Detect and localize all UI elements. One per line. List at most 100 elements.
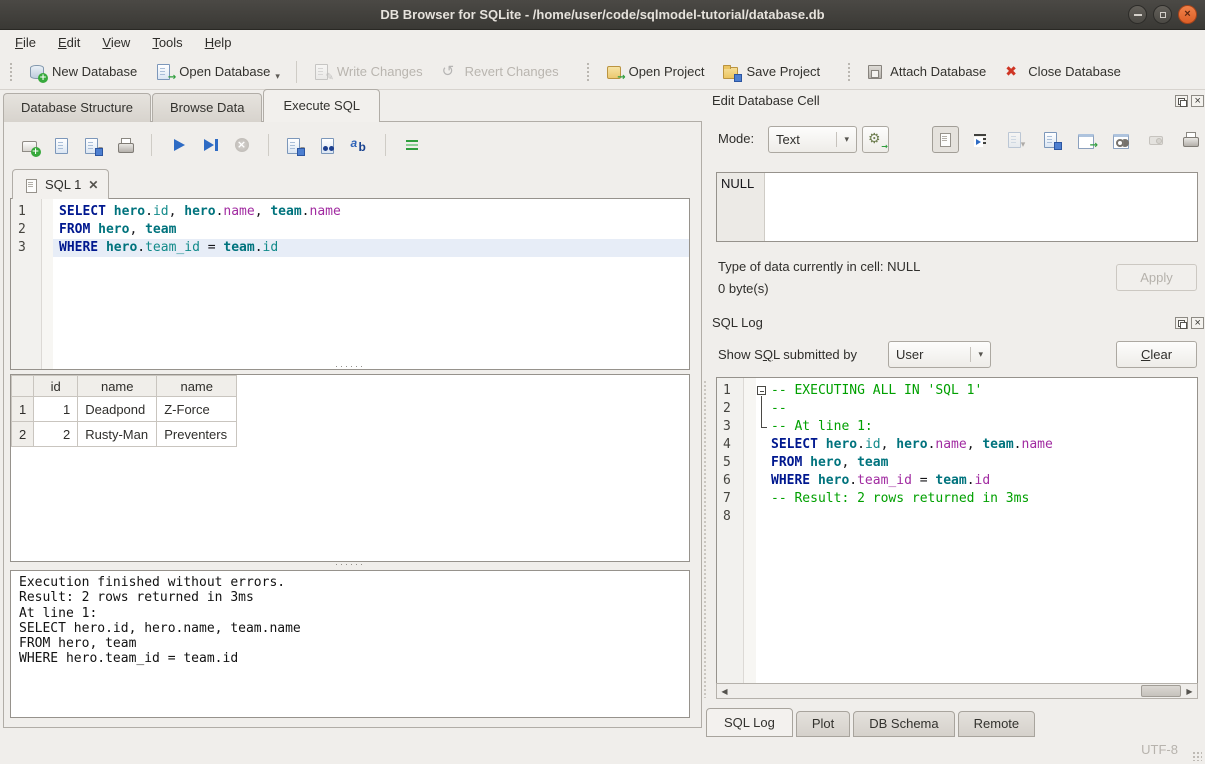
sql-token: [98, 240, 106, 255]
scrollbar-thumb[interactable]: [1141, 685, 1181, 697]
sql-token: SELECT: [59, 204, 106, 219]
splitter-handle[interactable]: ······: [10, 562, 690, 568]
format-sql-button[interactable]: [399, 132, 425, 158]
editor-line[interactable]: 3WHERE hero.team_id = team.id: [11, 239, 689, 257]
log-line: 8: [717, 508, 1197, 526]
clear-log-button[interactable]: Clear: [1116, 341, 1197, 368]
open-database-dropdown-icon[interactable]: ▾: [275, 71, 280, 85]
open-database-button[interactable]: → Open Database ▾: [146, 59, 289, 85]
editor-line[interactable]: 2FROM hero, team: [11, 221, 689, 239]
sql-token: [810, 473, 818, 488]
dock-close-icon[interactable]: [1191, 317, 1204, 329]
text-mode-button[interactable]: [932, 126, 959, 153]
menu-item-edit[interactable]: Edit: [47, 32, 91, 53]
column-header-name[interactable]: name: [78, 376, 157, 397]
save-sql-file-button[interactable]: ▾: [80, 132, 106, 158]
open-sql-file-button[interactable]: [48, 132, 74, 158]
results-corner-cell[interactable]: [12, 376, 34, 397]
menu-item-file[interactable]: File: [4, 32, 47, 53]
tab-browse-data[interactable]: Browse Data: [152, 93, 262, 122]
menu-item-tools[interactable]: Tools: [141, 32, 193, 53]
menu-item-view[interactable]: View: [91, 32, 141, 53]
link-button[interactable]: [1107, 126, 1134, 153]
sql-document-icon: [23, 177, 38, 193]
sql-document-tab[interactable]: SQL 1 ✕: [12, 169, 109, 199]
dock-close-icon[interactable]: [1191, 95, 1204, 107]
tab-execute-sql[interactable]: Execute SQL: [263, 89, 380, 122]
save-project-button[interactable]: Save Project: [713, 59, 829, 85]
editor-line[interactable]: 1SELECT hero.id, hero.name, team.name: [11, 203, 689, 221]
dock-tab-db-schema[interactable]: DB Schema: [853, 711, 954, 737]
close-button[interactable]: ×: [1178, 5, 1197, 24]
encoding-indicator[interactable]: UTF-8: [1141, 742, 1178, 757]
sql-log-view[interactable]: 1-- EXECUTING ALL IN 'SQL 1'2--3-- At li…: [716, 377, 1198, 699]
row-number[interactable]: 1: [12, 397, 34, 422]
scroll-left-icon[interactable]: ◀: [717, 687, 732, 696]
export-button[interactable]: [1037, 126, 1064, 153]
dock-tab-remote[interactable]: Remote: [958, 711, 1036, 737]
column-header-id[interactable]: id: [34, 376, 78, 397]
stop-button: [229, 132, 255, 158]
dock-float-icon[interactable]: [1175, 317, 1188, 329]
row-number[interactable]: 2: [12, 422, 34, 447]
new-database-icon: +: [28, 63, 45, 80]
splitter-handle[interactable]: ······: [10, 364, 690, 370]
log-filter-select[interactable]: User ▾: [888, 341, 991, 368]
sql-token: .: [302, 204, 310, 219]
results-grid[interactable]: idnamename11DeadpondZ-Force22Rusty-ManPr…: [10, 374, 690, 562]
print-icon: [1182, 131, 1199, 148]
dock-resize-handle[interactable]: [703, 380, 708, 698]
attach-database-button[interactable]: Attach Database: [857, 59, 995, 85]
open-tab-button[interactable]: +: [16, 132, 42, 158]
menu-item-help[interactable]: Help: [194, 32, 243, 53]
print-cell-button[interactable]: [1177, 126, 1204, 153]
close-database-button[interactable]: Close Database: [995, 59, 1130, 85]
toolbar-drag-handle[interactable]: [9, 62, 14, 82]
dock-float-icon[interactable]: [1175, 95, 1188, 107]
print-button[interactable]: [112, 132, 138, 158]
minimize-button[interactable]: [1128, 5, 1147, 24]
open-in-external-button[interactable]: →: [1072, 126, 1099, 153]
cell[interactable]: 1: [34, 397, 78, 422]
fold-collapse-icon[interactable]: [757, 386, 766, 395]
log-horizontal-scrollbar[interactable]: ◀ ▶: [716, 683, 1198, 699]
new-database-button[interactable]: + New Database: [19, 59, 146, 85]
toolbar-drag-handle[interactable]: [847, 62, 852, 82]
find-button[interactable]: [314, 132, 340, 158]
save-results-button[interactable]: ▾: [282, 132, 308, 158]
table-row[interactable]: 22Rusty-ManPreventers: [12, 422, 237, 447]
print-icon: [117, 137, 134, 154]
cell[interactable]: Z-Force: [157, 397, 237, 422]
column-header-name[interactable]: name: [157, 376, 237, 397]
resize-grip[interactable]: [1192, 751, 1202, 761]
cell[interactable]: Deadpond: [78, 397, 157, 422]
tab-database-structure[interactable]: Database Structure: [3, 93, 151, 122]
edit-cell-dock-title: Edit Database Cell: [712, 93, 820, 108]
table-row[interactable]: 11DeadpondZ-Force: [12, 397, 237, 422]
dock-tab-plot[interactable]: Plot: [796, 711, 850, 737]
scrollbar-track[interactable]: [732, 684, 1182, 698]
dock-tab-sql-log[interactable]: SQL Log: [706, 708, 793, 737]
auto-switch-mode-button[interactable]: →: [862, 126, 889, 153]
maximize-button[interactable]: [1153, 5, 1172, 24]
sql-token: [106, 204, 114, 219]
editor-margin: [41, 203, 53, 221]
sql-token: name: [935, 437, 966, 452]
revert-changes-icon: [441, 63, 458, 80]
log-margin: [743, 418, 756, 436]
cell[interactable]: 2: [34, 422, 78, 447]
word-wrap-button[interactable]: [967, 126, 994, 153]
cell[interactable]: Rusty-Man: [78, 422, 157, 447]
scroll-right-icon[interactable]: ▶: [1182, 687, 1197, 696]
replace-button[interactable]: [346, 132, 372, 158]
execute-current-line-button[interactable]: [197, 132, 223, 158]
toolbar-drag-handle[interactable]: [586, 62, 591, 82]
message-line: Execution finished without errors.: [19, 575, 681, 590]
sql-tab-close-icon[interactable]: ✕: [88, 178, 98, 192]
cell-value-editor[interactable]: NULL: [716, 172, 1198, 242]
mode-select[interactable]: Text ▾: [768, 126, 857, 153]
cell[interactable]: Preventers: [157, 422, 237, 447]
open-project-button[interactable]: → Open Project: [596, 59, 714, 85]
execute-all-button[interactable]: [165, 132, 191, 158]
sql-editor[interactable]: 1SELECT hero.id, hero.name, team.name2FR…: [10, 198, 690, 370]
